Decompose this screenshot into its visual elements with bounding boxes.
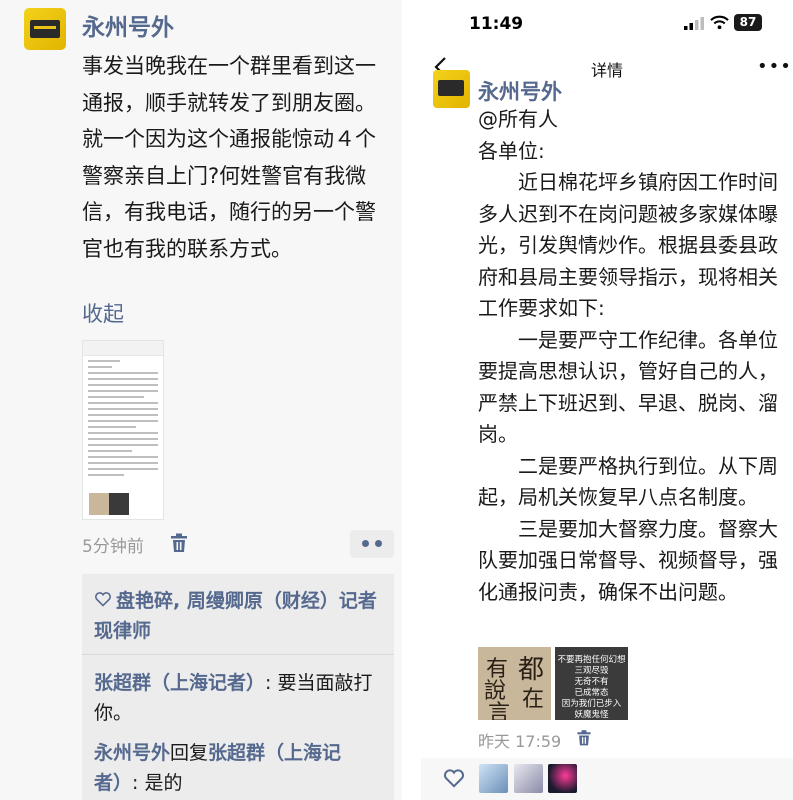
liker-avatar[interactable] — [479, 764, 508, 793]
status-bar: 11:49 87 — [421, 0, 793, 46]
divider — [82, 654, 394, 655]
comment-item[interactable]: 永州号外回复张超群（上海记者）: 是的 — [94, 738, 384, 798]
text-meme-image[interactable]: 不要再抱任何幻想 三观尽毁 无奇不有 已成常态 因为我们已步入 妖魔鬼怪 — [555, 647, 628, 720]
reply-word: 回复 — [170, 742, 209, 764]
post-timestamp: 昨天 17:59 — [478, 732, 562, 751]
heart-icon — [94, 586, 116, 616]
more-menu-icon[interactable]: ••• — [757, 56, 792, 77]
likes-names[interactable]: 盘艳碎, 周缦卿原（财经）记者现律师 — [94, 590, 377, 642]
liker-avatar[interactable] — [548, 764, 577, 793]
post-text: @所有人 各单位: 近日棉花坪乡镇府因工作时间多人迟到不在岗问题被多家媒体曝光，… — [478, 104, 786, 608]
nav-bar: 详情 ••• — [421, 46, 793, 88]
battery-indicator: 87 — [734, 14, 762, 31]
collapse-link[interactable]: 收起 — [82, 298, 124, 328]
mention-line: @所有人 — [478, 107, 558, 131]
more-actions-button[interactable] — [350, 530, 394, 558]
left-moment-panel: 永州号外 事发当晚我在一个群里看到这一通报，顺手就转发了到朋友圈。就一个因为这个… — [0, 0, 402, 800]
comment-item[interactable]: 张超群（上海记者）: 要当面敲打你。 — [94, 668, 384, 728]
commenter-name[interactable]: 张超群（上海记者） — [94, 672, 265, 694]
attached-screenshot-thumbnail[interactable] — [82, 340, 164, 520]
post-text: 事发当晚我在一个群里看到这一通报，顺手就转发了到朋友圈。就一个因为这个通报能惊动… — [82, 54, 376, 261]
right-phone-detail-panel: 11:49 87 详情 ••• 永州号外 @所有人 各单位: 近日棉花坪乡镇府因… — [421, 0, 793, 800]
author-name[interactable]: 永州号外 — [82, 8, 174, 42]
likes-comments-box: 盘艳碎, 周缦卿原（财经）记者现律师 张超群（上海记者）: 要当面敲打你。 永州… — [82, 574, 394, 800]
page-title: 详情 — [590, 61, 623, 80]
trash-icon[interactable] — [168, 532, 190, 554]
calligraphy-image[interactable]: 有 說 言 都 在 — [478, 647, 551, 720]
likes-list: 盘艳碎, 周缦卿原（财经）记者现律师 — [94, 586, 384, 646]
paragraph: 一是要严守工作纪律。各单位要提高思想认识，管好自己的人，严禁上下班迟到、早退、脱… — [478, 327, 778, 447]
paragraph: 二是要严格执行到位。从下周起，局机关恢复早八点名制度。 — [478, 453, 778, 510]
commenter-name[interactable]: 永州号外 — [94, 742, 170, 764]
salutation: 各单位: — [478, 138, 545, 163]
status-time: 11:49 — [469, 14, 524, 34]
heart-icon — [444, 769, 464, 788]
wifi-icon — [710, 15, 729, 30]
cellular-signal-icon — [684, 17, 704, 30]
author-avatar[interactable] — [24, 8, 66, 50]
author-name[interactable]: 永州号外 — [478, 76, 562, 106]
trash-icon[interactable] — [575, 728, 593, 748]
comment-text: : 是的 — [132, 772, 183, 794]
post-timestamp: 5分钟前 — [82, 537, 144, 557]
paragraph: 三是要加大督察力度。督察大队要加强日常督导、视频督导，强化通报问责，确保不出问题… — [478, 516, 778, 604]
author-avatar[interactable] — [433, 70, 470, 108]
liker-avatar[interactable] — [514, 764, 543, 793]
likes-bar — [421, 758, 793, 800]
paragraph: 近日棉花坪乡镇府因工作时间多人迟到不在岗问题被多家媒体曝光，引发舆情炒作。根据县… — [478, 170, 778, 320]
image-line: 妖魔鬼怪 — [574, 710, 609, 720]
